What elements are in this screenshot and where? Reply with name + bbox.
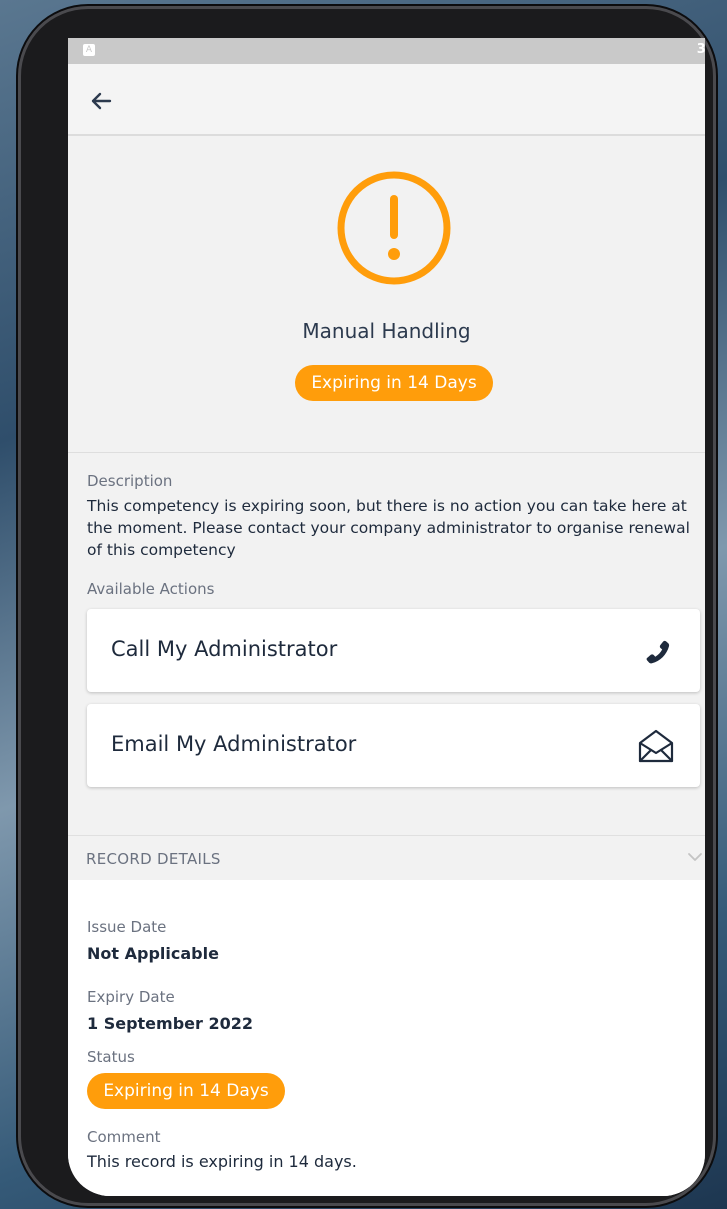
app-bar [68, 64, 705, 136]
record-details-panel: Issue Date Not Applicable Expiry Date 1 … [68, 880, 705, 1196]
phone-icon [646, 640, 670, 664]
app-screen: A 3: Manual Handling Expiring in 14 Days… [68, 38, 705, 1196]
competency-header: Manual Handling Expiring in 14 Days [68, 136, 705, 453]
email-administrator-label: Email My Administrator [111, 732, 357, 756]
issue-date-label: Issue Date [87, 918, 167, 936]
notification-icon: A [83, 44, 95, 56]
issue-date-value: Not Applicable [87, 944, 219, 963]
expiry-badge: Expiring in 14 Days [295, 365, 493, 401]
call-administrator-button[interactable]: Call My Administrator [87, 609, 700, 692]
record-details-header[interactable]: RECORD DETAILS [68, 835, 705, 881]
call-administrator-label: Call My Administrator [111, 637, 338, 661]
expiry-date-label: Expiry Date [87, 988, 175, 1006]
comment-label: Comment [87, 1128, 161, 1146]
record-details-title: RECORD DETAILS [86, 850, 221, 868]
status-badge: Expiring in 14 Days [87, 1073, 285, 1109]
status-bar: A 3: [68, 38, 705, 64]
description-label: Description [87, 472, 173, 490]
envelope-open-icon [638, 729, 674, 763]
warning-circle-icon [337, 171, 451, 285]
phone-frame: A 3: Manual Handling Expiring in 14 Days… [18, 6, 716, 1206]
status-time: 3: [696, 42, 705, 57]
available-actions-label: Available Actions [87, 580, 215, 598]
competency-title: Manual Handling [302, 319, 471, 343]
back-arrow-icon[interactable] [86, 86, 116, 116]
expiry-date-value: 1 September 2022 [87, 1014, 253, 1033]
email-administrator-button[interactable]: Email My Administrator [87, 704, 700, 787]
description-text: This competency is expiring soon, but th… [87, 497, 690, 559]
comment-value: This record is expiring in 14 days. [87, 1152, 357, 1171]
chevron-down-icon [688, 853, 702, 861]
status-label: Status [87, 1048, 135, 1066]
